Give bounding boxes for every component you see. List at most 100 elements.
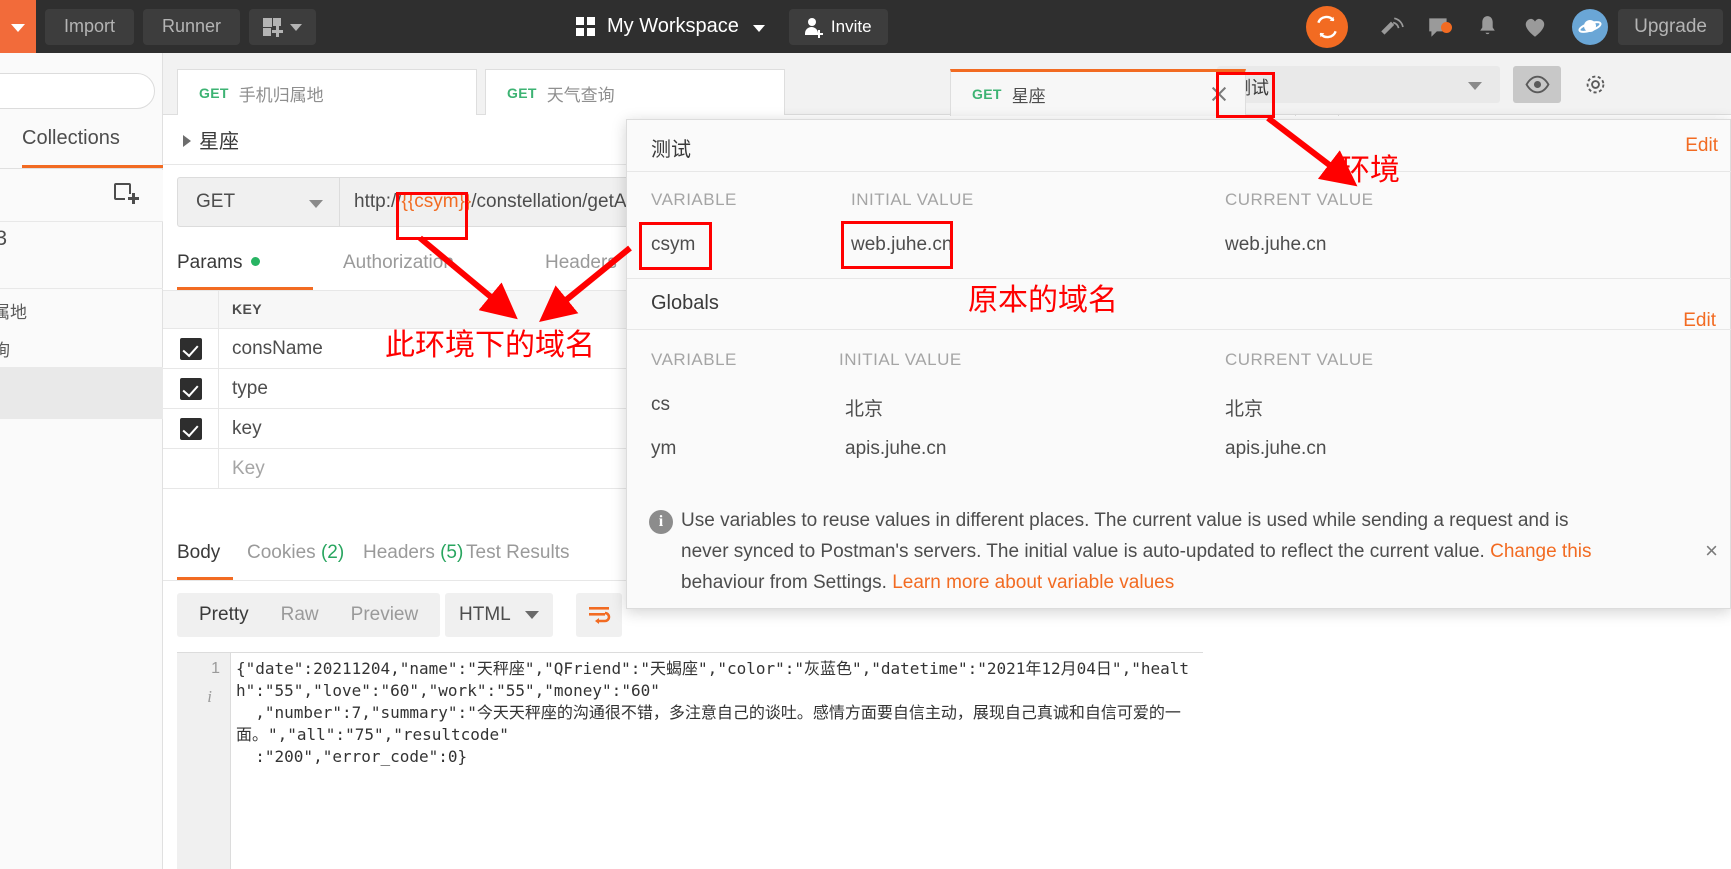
response-body-viewer[interactable]: 1 i {"date":20211204,"name":"天秤座","QFrie… xyxy=(177,652,1203,869)
top-toolbar: Import Runner My Workspace Invite Upgrad… xyxy=(0,0,1731,53)
info-text-part-1: Use variables to reuse values in differe… xyxy=(681,510,1569,562)
person-add-icon xyxy=(804,18,822,35)
request-tab-3-active[interactable]: GET 星座 xyxy=(950,69,1246,116)
new-collection-icon[interactable] xyxy=(114,183,138,207)
sidebar-item-request-1[interactable]: 归属地 xyxy=(0,291,163,329)
row-checkbox-cell[interactable] xyxy=(163,449,219,489)
line-number-gutter: 1 i xyxy=(177,653,231,869)
app-menu-button[interactable] xyxy=(0,0,36,53)
runner-button[interactable]: Runner xyxy=(143,8,241,45)
popup-environment-header: 测试 Edit xyxy=(627,120,1731,172)
settings-button[interactable] xyxy=(1571,66,1619,103)
annotation-env-domain-label: 此环境下的域名 xyxy=(385,329,595,362)
chevron-down-icon xyxy=(752,24,765,32)
global-variable-name: cs xyxy=(651,394,670,415)
environment-bar: 测试 xyxy=(1203,53,1731,115)
workspace-selector[interactable]: My Workspace Invite xyxy=(576,0,888,53)
chevron-down-icon xyxy=(524,611,539,619)
global-current-value: apis.juhe.cn xyxy=(1225,438,1327,459)
chevron-down-icon xyxy=(11,23,25,32)
http-method-selector[interactable]: GET xyxy=(177,177,340,227)
method-value: GET xyxy=(196,191,236,212)
new-button[interactable] xyxy=(249,8,317,45)
sidebar-tabs: Collections xyxy=(0,121,163,169)
row-checkbox-cell[interactable] xyxy=(163,409,219,449)
param-key[interactable]: type xyxy=(220,369,620,409)
learn-more-link[interactable]: Learn more about variable values xyxy=(892,572,1174,593)
sidebar-item-request-3[interactable] xyxy=(0,367,163,419)
view-mode-pretty[interactable]: Pretty xyxy=(183,604,265,626)
param-key[interactable]: key xyxy=(220,409,620,449)
view-mode-raw[interactable]: Raw xyxy=(265,604,335,626)
sidebar-toolbar xyxy=(0,170,163,222)
tab-method: GET xyxy=(507,85,537,101)
tab-headers[interactable]: Headers xyxy=(545,252,617,274)
request-tab-1[interactable]: GET 手机归属地 xyxy=(177,69,477,116)
checkbox-checked-icon[interactable] xyxy=(179,338,202,360)
tab-collections[interactable]: Collections xyxy=(22,127,120,150)
collection-header[interactable]: 203 sts xyxy=(0,223,163,289)
request-tab-2[interactable]: GET 天气查询 xyxy=(485,69,785,116)
edit-environment-link[interactable]: Edit xyxy=(1685,135,1718,157)
view-mode-preview[interactable]: Preview xyxy=(335,604,435,626)
search-input[interactable] xyxy=(0,73,155,109)
global-initial-value: apis.juhe.cn xyxy=(845,438,947,459)
globals-title: Globals xyxy=(651,292,719,314)
info-icon: i xyxy=(649,510,673,534)
comment-icon[interactable] xyxy=(1418,14,1460,40)
view-mode-group: Pretty Raw Preview xyxy=(177,593,441,637)
active-tab-indicator xyxy=(177,577,233,580)
tab-params[interactable]: Params xyxy=(177,252,261,274)
tab-name: 天气查询 xyxy=(546,85,615,105)
env-current-value: web.juhe.cn xyxy=(1225,234,1327,255)
satellite-icon[interactable] xyxy=(1370,14,1412,40)
params-indicator-dot xyxy=(251,257,261,267)
tab-method: GET xyxy=(972,86,1002,102)
grid-icon xyxy=(576,17,595,36)
import-button[interactable]: Import xyxy=(45,8,135,45)
tab-method: GET xyxy=(199,85,229,101)
environment-quick-look-button[interactable] xyxy=(1513,66,1561,103)
response-format-selector[interactable]: HTML xyxy=(445,593,553,637)
tab-label: Headers xyxy=(363,542,435,563)
row-checkbox-cell[interactable] xyxy=(163,329,219,369)
sync-icon[interactable] xyxy=(1306,5,1349,48)
checkbox-checked-icon[interactable] xyxy=(179,378,202,400)
column-current-value: CURRENT VALUE xyxy=(1225,190,1374,209)
change-this-link[interactable]: Change this xyxy=(1490,541,1591,562)
new-param-key-input[interactable]: Key xyxy=(220,449,620,489)
invite-button[interactable]: Invite xyxy=(788,8,888,45)
annotation-box-url-variable xyxy=(396,192,468,240)
heart-icon[interactable] xyxy=(1514,14,1556,40)
request-title: 星座 xyxy=(199,131,239,153)
word-wrap-button[interactable] xyxy=(576,593,622,637)
annotation-environment-label: 环境 xyxy=(1340,154,1400,187)
annotation-box-variable-csym xyxy=(639,222,712,270)
chevron-right-icon[interactable] xyxy=(183,135,191,147)
workspace-title: My Workspace xyxy=(607,15,739,37)
bell-icon[interactable] xyxy=(1466,14,1508,39)
tab-count: (2) xyxy=(320,542,345,563)
sidebar: Collections 203 sts 归属地 查询 xyxy=(0,53,163,869)
annotation-box-initial-value xyxy=(841,221,953,269)
tab-cookies[interactable]: Cookies (2) xyxy=(247,542,344,564)
global-current-value: 北京 xyxy=(1225,399,1264,420)
top-right-icons: Upgrade xyxy=(1306,0,1731,53)
planet-avatar[interactable] xyxy=(1572,8,1609,45)
tab-test-results[interactable]: Test Results xyxy=(466,542,569,564)
row-checkbox-cell[interactable] xyxy=(163,369,219,409)
close-icon[interactable]: × xyxy=(1705,538,1718,564)
edit-globals-link[interactable]: Edit xyxy=(1683,310,1716,332)
notification-dot xyxy=(1441,21,1453,33)
invite-label: Invite xyxy=(830,16,872,36)
tab-authorization[interactable]: Authorization xyxy=(343,252,454,274)
environment-quick-look-popup: 测试 Edit VARIABLE INITIAL VALUE CURRENT V… xyxy=(626,119,1731,609)
upgrade-button[interactable]: Upgrade xyxy=(1618,8,1723,45)
column-current-value: CURRENT VALUE xyxy=(1225,350,1374,369)
tab-name: 星座 xyxy=(1011,86,1046,106)
tab-response-body[interactable]: Body xyxy=(177,542,220,564)
active-tab-indicator xyxy=(177,287,313,290)
checkbox-checked-icon[interactable] xyxy=(179,418,202,440)
sidebar-item-request-2[interactable]: 查询 xyxy=(0,329,163,367)
tab-response-headers[interactable]: Headers (5) xyxy=(363,542,463,564)
